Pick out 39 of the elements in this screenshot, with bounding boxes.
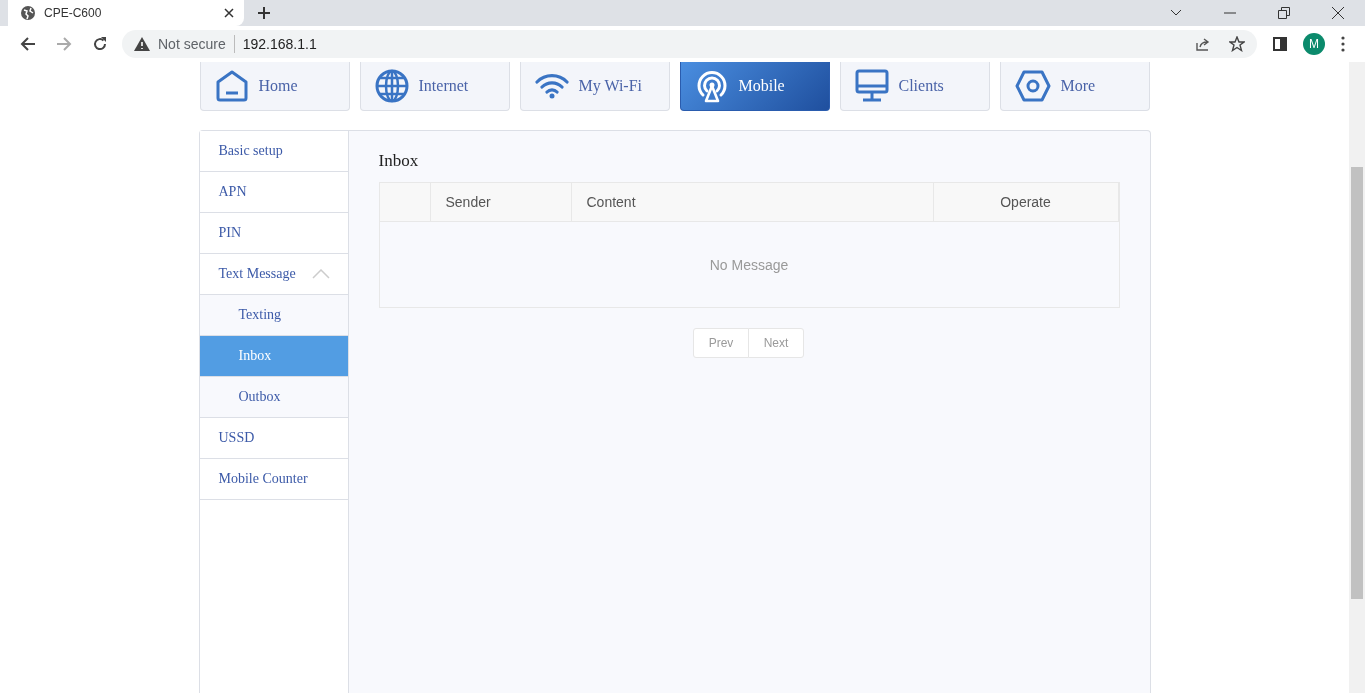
tab-title: CPE-C600 bbox=[44, 6, 103, 20]
page-title: Inbox bbox=[378, 151, 420, 171]
home-icon bbox=[214, 69, 249, 103]
side-panel-icon[interactable] bbox=[1273, 37, 1287, 51]
reload-icon[interactable] bbox=[92, 36, 108, 52]
nav-tab[interactable]: My Wi-Fi bbox=[519, 62, 670, 111]
column-header: Content bbox=[571, 183, 934, 221]
column-header: Sender bbox=[430, 183, 572, 221]
globe-icon bbox=[374, 69, 409, 103]
nav-tab[interactable]: More bbox=[999, 62, 1150, 111]
sidebar-subitem[interactable]: Outbox bbox=[199, 377, 348, 418]
restore-icon[interactable] bbox=[1278, 7, 1290, 19]
plus-icon[interactable] bbox=[258, 7, 270, 19]
nav-tab[interactable]: Internet bbox=[359, 62, 510, 111]
menu-icon[interactable] bbox=[1341, 36, 1345, 52]
chevron-up-icon bbox=[311, 269, 330, 279]
nav-tab[interactable]: Mobile bbox=[679, 62, 830, 111]
warning-icon bbox=[134, 37, 150, 51]
address-bar[interactable]: Not secure 192.168.1.1 bbox=[122, 30, 1257, 58]
browser-tab[interactable]: CPE-C600 bbox=[8, 0, 244, 26]
monitor-icon bbox=[854, 69, 889, 103]
nav-tab[interactable]: Home bbox=[199, 62, 350, 111]
scrollbar[interactable] bbox=[1349, 62, 1365, 693]
sidebar-subitem[interactable]: Texting bbox=[199, 295, 348, 336]
star-icon[interactable] bbox=[1229, 36, 1245, 52]
profile-avatar[interactable]: M bbox=[1303, 33, 1325, 55]
nav-tab[interactable]: Clients bbox=[839, 62, 990, 111]
hexagon-icon bbox=[1014, 70, 1051, 102]
back-arrow-icon[interactable] bbox=[20, 36, 36, 52]
close-icon[interactable] bbox=[224, 8, 234, 18]
column-header: Operate bbox=[933, 183, 1119, 221]
close-icon[interactable] bbox=[1332, 7, 1344, 19]
empty-message: No Message bbox=[709, 256, 789, 273]
url-text: 192.168.1.1 bbox=[242, 36, 317, 52]
globe-icon bbox=[20, 5, 36, 21]
chevron-down-icon[interactable] bbox=[1170, 9, 1182, 17]
security-label: Not secure bbox=[158, 36, 226, 52]
share-icon[interactable] bbox=[1195, 36, 1211, 52]
wifi-icon bbox=[534, 73, 569, 99]
